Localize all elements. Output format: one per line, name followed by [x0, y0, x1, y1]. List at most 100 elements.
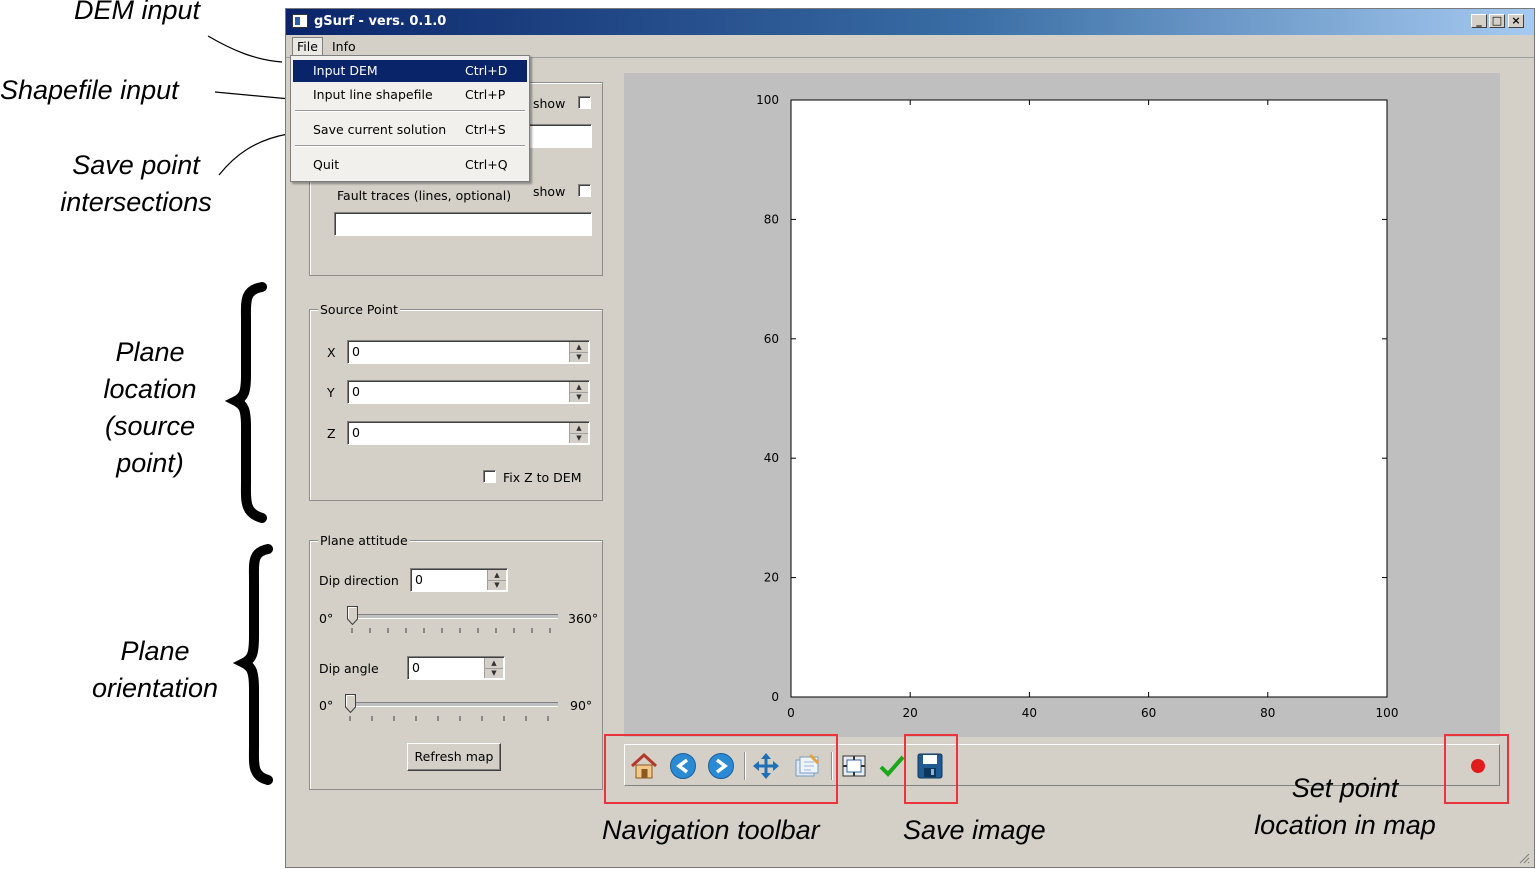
- x-tick-label: 80: [1260, 706, 1275, 720]
- maximize-button[interactable]: □: [1489, 14, 1505, 28]
- dip-direction-slider-ticks: [351, 628, 551, 633]
- x-tick-label: 0: [787, 706, 795, 720]
- x-tick-label: 40: [1022, 706, 1037, 720]
- x-tick-label: 20: [903, 706, 918, 720]
- y-tick-label: 80: [764, 212, 779, 226]
- dem-show-checkbox[interactable]: [578, 96, 591, 109]
- map-plot[interactable]: 0 20 40 60 80 100 0 20 40 60 80 100: [740, 90, 1420, 730]
- shapefile-input-connector: [214, 91, 291, 100]
- menu-separator: [295, 145, 525, 147]
- annotation-plane-orientation: Plane orientation: [80, 633, 230, 707]
- menu-item-save-current-solution[interactable]: Save current solution Ctrl+S: [293, 119, 527, 141]
- annotation-plane-orientation-line: orientation: [91, 673, 219, 703]
- dem-show-label: show: [533, 96, 566, 111]
- y-tick-label: 100: [756, 93, 779, 107]
- z-spinbox[interactable]: 0 ▲ ▼: [347, 421, 590, 445]
- dem-input-connector: [207, 35, 283, 63]
- check-icon[interactable]: [877, 751, 907, 781]
- fault-show-label: show: [533, 184, 566, 199]
- close-button[interactable]: ×: [1508, 14, 1524, 28]
- fix-z-checkbox[interactable]: [483, 470, 496, 483]
- set-point-highlight: [1444, 734, 1509, 804]
- annotation-save-points: Save point intersections: [46, 147, 226, 221]
- menu-info[interactable]: Info: [328, 38, 360, 55]
- menu-item-label: Input DEM: [313, 63, 378, 78]
- x-label: X: [327, 345, 336, 360]
- dip-direction-min-label: 0°: [319, 611, 334, 626]
- window-title: gSurf - vers. 0.1.0: [314, 14, 447, 29]
- y-tick-label: 0: [771, 690, 779, 704]
- menu-item-input-line-shapefile[interactable]: Input line shapefile Ctrl+P: [293, 84, 527, 106]
- dip-direction-slider-handle[interactable]: [347, 606, 358, 625]
- plane-attitude-title: Plane attitude: [318, 533, 410, 548]
- annotation-plane-location-line: point): [116, 448, 184, 478]
- dip-angle-spin-buttons[interactable]: ▲ ▼: [484, 658, 503, 678]
- plot-area: [790, 99, 1388, 698]
- fault-show-checkbox[interactable]: [578, 184, 591, 197]
- y-tick-label: 60: [764, 332, 779, 346]
- dip-angle-slider-groove[interactable]: [348, 702, 558, 707]
- annotation-plane-location-line: location: [103, 374, 197, 404]
- menu-item-shortcut: Ctrl+D: [465, 63, 508, 78]
- y-spin-buttons[interactable]: ▲ ▼: [569, 382, 588, 402]
- fault-traces-label: Fault traces (lines, optional): [337, 188, 512, 203]
- dip-direction-spin-buttons[interactable]: ▲ ▼: [487, 570, 506, 590]
- annotation-plane-location: Plane location (source point): [80, 334, 220, 482]
- dip-direction-slider-groove[interactable]: [348, 614, 558, 619]
- y-spinbox[interactable]: 0 ▲ ▼: [347, 380, 590, 404]
- x-tick-label: 100: [1376, 706, 1399, 720]
- resize-grip[interactable]: [1518, 851, 1530, 864]
- plane-location-brace: [224, 282, 267, 523]
- dip-direction-value: 0: [415, 572, 423, 587]
- dip-angle-label: Dip angle: [319, 661, 379, 676]
- menu-item-label: Quit: [313, 157, 340, 172]
- y-tick-label: 40: [764, 451, 779, 465]
- y-tick-label: 20: [764, 571, 779, 585]
- annotation-save-points-line2: intersections: [60, 187, 212, 217]
- y-value: 0: [352, 384, 360, 399]
- dip-angle-max-label: 90°: [570, 698, 593, 713]
- annotation-navigation-toolbar: Navigation toolbar: [602, 815, 820, 845]
- menu-item-shortcut: Ctrl+P: [465, 87, 506, 102]
- navigation-toolbar-highlight: [604, 734, 838, 804]
- annotation-set-point-line1: Set point: [1291, 773, 1399, 803]
- menu-file[interactable]: File: [292, 37, 323, 56]
- menu-item-input-dem[interactable]: Input DEM Ctrl+D: [293, 60, 527, 82]
- fault-path-field[interactable]: [334, 212, 592, 236]
- dip-angle-value: 0: [412, 660, 420, 675]
- x-spin-buttons[interactable]: ▲ ▼: [569, 342, 588, 362]
- menu-separator: [295, 110, 525, 112]
- menu-item-label: Input line shapefile: [313, 87, 433, 102]
- source-point-title: Source Point: [318, 302, 400, 317]
- dip-angle-slider-ticks: [349, 716, 549, 721]
- plane-attitude-groupbox: Plane attitude Dip direction 0 ▲ ▼ 0° 360…: [309, 533, 603, 790]
- z-spin-buttons[interactable]: ▲ ▼: [569, 423, 588, 443]
- x-tick-label: 60: [1141, 706, 1156, 720]
- refresh-map-button[interactable]: Refresh map: [407, 743, 501, 771]
- title-bar[interactable]: gSurf - vers. 0.1.0 _ □ ×: [286, 9, 1534, 35]
- annotation-shapefile-input: Shapefile input: [0, 75, 179, 105]
- plane-orientation-brace: [232, 544, 273, 785]
- annotation-save-image: Save image: [903, 815, 1046, 845]
- dip-angle-spinbox[interactable]: 0 ▲ ▼: [407, 656, 505, 680]
- annotation-set-point: Set point location in map: [1240, 770, 1450, 844]
- dip-angle-min-label: 0°: [319, 698, 334, 713]
- menu-item-quit[interactable]: Quit Ctrl+Q: [293, 154, 527, 176]
- dip-direction-spinbox[interactable]: 0 ▲ ▼: [410, 568, 508, 592]
- x-spinbox[interactable]: 0 ▲ ▼: [347, 340, 590, 364]
- annotation-plane-orientation-line: Plane: [120, 636, 190, 666]
- y-label: Y: [327, 385, 335, 400]
- configure-subplots-icon[interactable]: [839, 751, 869, 781]
- app-icon: [292, 14, 308, 28]
- annotation-save-points-line1: Save point: [72, 150, 200, 180]
- dip-angle-slider-handle[interactable]: [345, 694, 356, 713]
- source-point-groupbox: Source Point X 0 ▲ ▼ Y 0 ▲ ▼ Z 0 ▲ ▼ Fix Z …: [309, 302, 603, 501]
- annotation-plane-location-line: Plane: [115, 337, 185, 367]
- annotation-set-point-line2: location in map: [1254, 810, 1436, 840]
- menu-item-label: Save current solution: [313, 122, 447, 137]
- save-points-connector: [218, 133, 289, 176]
- z-label: Z: [327, 426, 336, 441]
- minimize-button[interactable]: _: [1471, 14, 1487, 28]
- fix-z-label: Fix Z to DEM: [503, 470, 582, 485]
- annotation-dem-input: DEM input: [74, 0, 201, 25]
